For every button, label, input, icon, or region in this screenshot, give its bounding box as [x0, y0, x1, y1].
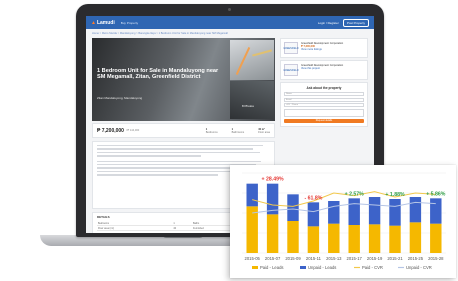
bar-paid-leads: [389, 225, 401, 253]
bar-unpaid-leads: [328, 201, 340, 224]
bar-unpaid-leads: [409, 197, 422, 223]
breadcrumb[interactable]: Home > Metro Manila > Mandaluyong > Bara…: [92, 32, 368, 35]
listing-price: ₱ 7,200,000: [97, 127, 124, 134]
photo-count[interactable]: 8 Photos: [242, 104, 254, 108]
project-card[interactable]: GREENFIELD Greenfield Development Corpor…: [280, 60, 368, 80]
x-tick-label: 2015-21: [387, 256, 403, 261]
text-line: [97, 160, 262, 162]
login-link[interactable]: Login / Register: [318, 21, 339, 25]
spec-label: Bathrooms: [231, 130, 245, 134]
spec-item: 1 Bedrooms: [206, 128, 218, 134]
spec-label: Floor area: [258, 130, 270, 134]
request-details-button[interactable]: Request details: [284, 118, 364, 123]
bar-paid-leads: [368, 224, 381, 253]
bar-unpaid-leads: [389, 199, 401, 226]
bar-unpaid-leads: [368, 197, 381, 225]
change-annotation: + 28.49%: [262, 177, 284, 183]
text-line: [97, 174, 219, 176]
bar-paid-leads: [348, 225, 360, 253]
text-line: [97, 148, 253, 150]
project-link[interactable]: View this project: [301, 67, 343, 70]
text-line: [97, 167, 250, 169]
bar-paid-leads: [409, 222, 422, 253]
legend-swatch: [300, 266, 306, 269]
developer-info: Greenfield Development Corporation ₱ 7,2…: [301, 42, 343, 54]
leads-chart: 2015-05 2015-07 2015-09 2015-11 2015-13 2015-…: [242, 172, 446, 270]
spec-item: 1 Bathrooms: [232, 128, 245, 134]
site-header: ▲ Lamudi Buy Property Login / Register Po…: [86, 16, 374, 29]
x-tick-label: 2015-19: [367, 256, 383, 261]
x-tick-label: 2015-17: [347, 256, 363, 261]
phone-input[interactable]: +63 Phone: [284, 103, 364, 107]
bar-unpaid-leads: [348, 198, 360, 225]
legend-swatch: [252, 266, 258, 269]
country-code[interactable]: +63: [286, 104, 290, 106]
bar-paid-leads: [246, 206, 258, 253]
text-line: [97, 155, 201, 157]
brand-name: Lamudi: [96, 19, 115, 26]
stage: ▲ Lamudi Buy Property Login / Register Po…: [0, 0, 458, 281]
developer-link[interactable]: View more listings: [301, 48, 343, 51]
project-info: Greenfield Development Corporation View …: [301, 64, 343, 76]
listing-hero: 1 Bedroom Unit for Sale in Mandaluyong n…: [92, 38, 275, 121]
bar-unpaid-leads: [246, 183, 258, 207]
photo-thumbnail[interactable]: [230, 81, 274, 119]
spec-label: Bedrooms: [205, 130, 218, 134]
cvr-line: [252, 201, 436, 214]
project-logo-icon: GREENFIELD: [283, 64, 299, 76]
x-tick-label: 2015-13: [326, 256, 342, 261]
text-line: [97, 151, 260, 154]
listing-location: Zitan Mandaluyong, Mandaluyong: [97, 96, 143, 100]
nav-buy-property[interactable]: Buy Property: [121, 21, 138, 25]
spec-list: 1 Bedrooms 1 Bathrooms 40 m² Floor area: [206, 128, 270, 134]
webcam-icon: [228, 8, 231, 11]
logo-mark-icon: ▲: [91, 19, 96, 26]
header-actions: Login / Register Post Property: [318, 18, 369, 27]
sidebar: GREENFIELD Greenfield Development Corpor…: [280, 38, 368, 127]
bar-unpaid-leads: [287, 194, 299, 221]
phone-placeholder: Phone: [291, 104, 299, 106]
developer-logo-icon: GREENFIELD: [283, 42, 299, 54]
change-annotation: + 1.88%: [385, 192, 405, 198]
price-per-sqm: / ₱ 144,000: [125, 129, 140, 132]
x-tick-label: 2015-25: [408, 256, 424, 261]
price-bar: ₱ 7,200,000 / ₱ 144,000 1 Bedrooms 1 Bathr…: [92, 123, 275, 138]
x-tick-label: 2015-07: [265, 256, 281, 261]
bar-paid-leads: [430, 223, 442, 253]
table-cell: Floor area (m²): [97, 225, 173, 232]
listing-title: 1 Bedroom Unit for Sale in Mandaluyong n…: [97, 68, 219, 81]
legend-label: Unpaid - Leads: [308, 265, 336, 270]
message-textarea[interactable]: [284, 108, 364, 117]
table-cell: 40: [172, 225, 193, 232]
bar-paid-leads: [307, 226, 320, 253]
change-annotation: + 5.86%: [426, 191, 446, 197]
leads-chart-card: 2015-05 2015-07 2015-09 2015-11 2015-13 2015-…: [230, 165, 456, 278]
bar-unpaid-leads: [430, 198, 442, 224]
inquiry-form: Ask about the property Name Email +63 Pho…: [280, 82, 368, 127]
legend-label: Paid - Leads: [260, 265, 284, 270]
bar-paid-leads: [287, 221, 299, 253]
x-tick-label: 2015-28: [428, 256, 444, 261]
email-input[interactable]: Email: [284, 97, 364, 102]
bar-unpaid-leads: [307, 202, 320, 227]
x-tick-label: 2015-09: [285, 256, 301, 261]
legend-label: Unpaid - CVR: [406, 265, 432, 270]
developer-card[interactable]: GREENFIELD Greenfield Development Corpor…: [280, 38, 368, 58]
change-annotation: - 61.8%: [304, 195, 322, 201]
legend-label: Paid - CVR: [362, 265, 383, 270]
bar-paid-leads: [328, 223, 340, 253]
text-line: [97, 145, 264, 147]
brand-logo[interactable]: ▲ Lamudi: [91, 20, 115, 26]
x-tick-label: 2015-11: [306, 256, 322, 261]
post-property-button[interactable]: Post Property: [342, 18, 369, 27]
bar-paid-leads: [266, 214, 279, 253]
spec-item: 40 m² Floor area: [258, 128, 270, 134]
change-annotation: + 2.57%: [345, 191, 365, 197]
inquiry-title: Ask about the property: [306, 86, 342, 90]
name-input[interactable]: Name: [284, 92, 364, 96]
x-tick-label: 2015-05: [245, 256, 261, 261]
